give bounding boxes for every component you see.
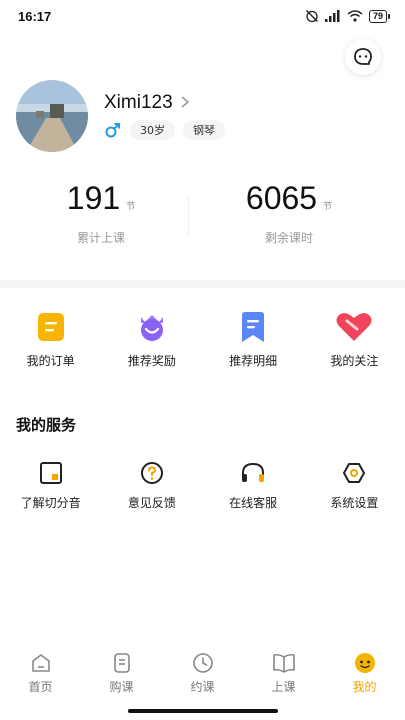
service-about[interactable]: 了解切分音 bbox=[0, 460, 101, 511]
bookmark-icon bbox=[233, 310, 273, 344]
instrument-tag: 钢琴 bbox=[183, 120, 225, 140]
chevron-right-icon[interactable] bbox=[180, 95, 190, 109]
tab-label: 约课 bbox=[190, 680, 215, 694]
tab-label: 首页 bbox=[28, 680, 53, 694]
services-title: 我的服务 bbox=[16, 416, 77, 434]
home-indicator[interactable] bbox=[128, 709, 278, 713]
stat-value: 6065 bbox=[245, 180, 318, 216]
quick-action-label: 我的订单 bbox=[26, 354, 75, 368]
book-icon bbox=[272, 653, 295, 673]
stat-label: 累计上课 bbox=[76, 231, 125, 245]
age-tag: 30岁 bbox=[130, 120, 175, 140]
battery-indicator: 79 bbox=[368, 9, 391, 23]
headset-icon bbox=[239, 460, 267, 486]
tab-label: 我的 bbox=[352, 680, 377, 694]
tab-label: 购课 bbox=[109, 680, 134, 694]
quick-action-label: 推荐明细 bbox=[229, 354, 278, 368]
tab-purchase[interactable]: 购课 bbox=[81, 646, 162, 702]
tab-home[interactable]: 首页 bbox=[0, 646, 81, 702]
stat-attended[interactable]: 191 节 累计上课 bbox=[0, 180, 202, 246]
services-grid: 了解切分音 意见反馈 在线客服 系统设置 bbox=[0, 460, 405, 511]
service-settings[interactable]: 系统设置 bbox=[304, 460, 405, 511]
section-divider bbox=[0, 280, 405, 288]
status-time: 16:17 bbox=[18, 8, 52, 24]
status-bar: 16:17 79 bbox=[0, 0, 405, 32]
message-button[interactable] bbox=[345, 39, 381, 75]
clock-icon bbox=[192, 653, 213, 673]
wifi-icon bbox=[347, 10, 363, 22]
service-label: 了解切分音 bbox=[20, 496, 81, 510]
purchase-icon bbox=[113, 653, 130, 673]
feedback-icon bbox=[138, 460, 166, 486]
bottom-tab-bar: 首页 购课 约课 上课 我的 bbox=[0, 646, 405, 702]
reward-icon bbox=[132, 310, 172, 344]
stat-label: 剩余课时 bbox=[264, 231, 313, 245]
male-icon bbox=[104, 121, 122, 139]
about-icon bbox=[37, 460, 65, 486]
stat-remaining[interactable]: 6065 节 剩余课时 bbox=[188, 180, 390, 246]
stat-unit: 节 bbox=[323, 202, 333, 212]
user-name[interactable]: Ximi123 bbox=[104, 92, 173, 114]
settings-icon bbox=[340, 460, 368, 486]
service-label: 在线客服 bbox=[229, 496, 278, 510]
quick-actions: 我的订单 推荐奖励 推荐明细 我的关注 bbox=[0, 310, 405, 369]
profile-tags: 30岁 钢琴 bbox=[104, 120, 225, 140]
service-support[interactable]: 在线客服 bbox=[203, 460, 304, 511]
quick-action-following[interactable]: 我的关注 bbox=[304, 310, 405, 369]
service-label: 意见反馈 bbox=[127, 496, 176, 510]
heart-icon bbox=[334, 310, 374, 344]
profile-face-icon bbox=[354, 653, 375, 673]
home-icon bbox=[31, 654, 50, 672]
order-icon bbox=[31, 310, 71, 344]
alarm-off-icon bbox=[306, 10, 318, 23]
chat-icon bbox=[354, 48, 372, 65]
quick-action-orders[interactable]: 我的订单 bbox=[0, 310, 101, 369]
service-feedback[interactable]: 意见反馈 bbox=[101, 460, 202, 511]
quick-action-label: 我的关注 bbox=[330, 354, 379, 368]
quick-action-referral-details[interactable]: 推荐明细 bbox=[203, 310, 304, 369]
avatar[interactable] bbox=[16, 80, 88, 152]
stat-value: 191 bbox=[66, 180, 121, 216]
tab-booking[interactable]: 约课 bbox=[162, 646, 243, 702]
status-icons: 79 bbox=[305, 9, 391, 23]
service-label: 系统设置 bbox=[330, 496, 379, 510]
tab-label: 上课 bbox=[271, 680, 296, 694]
quick-action-label: 推荐奖励 bbox=[127, 354, 176, 368]
signal-icon bbox=[324, 10, 340, 22]
tab-profile[interactable]: 我的 bbox=[324, 646, 405, 702]
stat-unit: 节 bbox=[126, 202, 136, 212]
stats-panel: 191 节 累计上课 6065 节 剩余课时 bbox=[0, 180, 405, 270]
quick-action-rewards[interactable]: 推荐奖励 bbox=[101, 310, 202, 369]
tab-class[interactable]: 上课 bbox=[243, 646, 324, 702]
